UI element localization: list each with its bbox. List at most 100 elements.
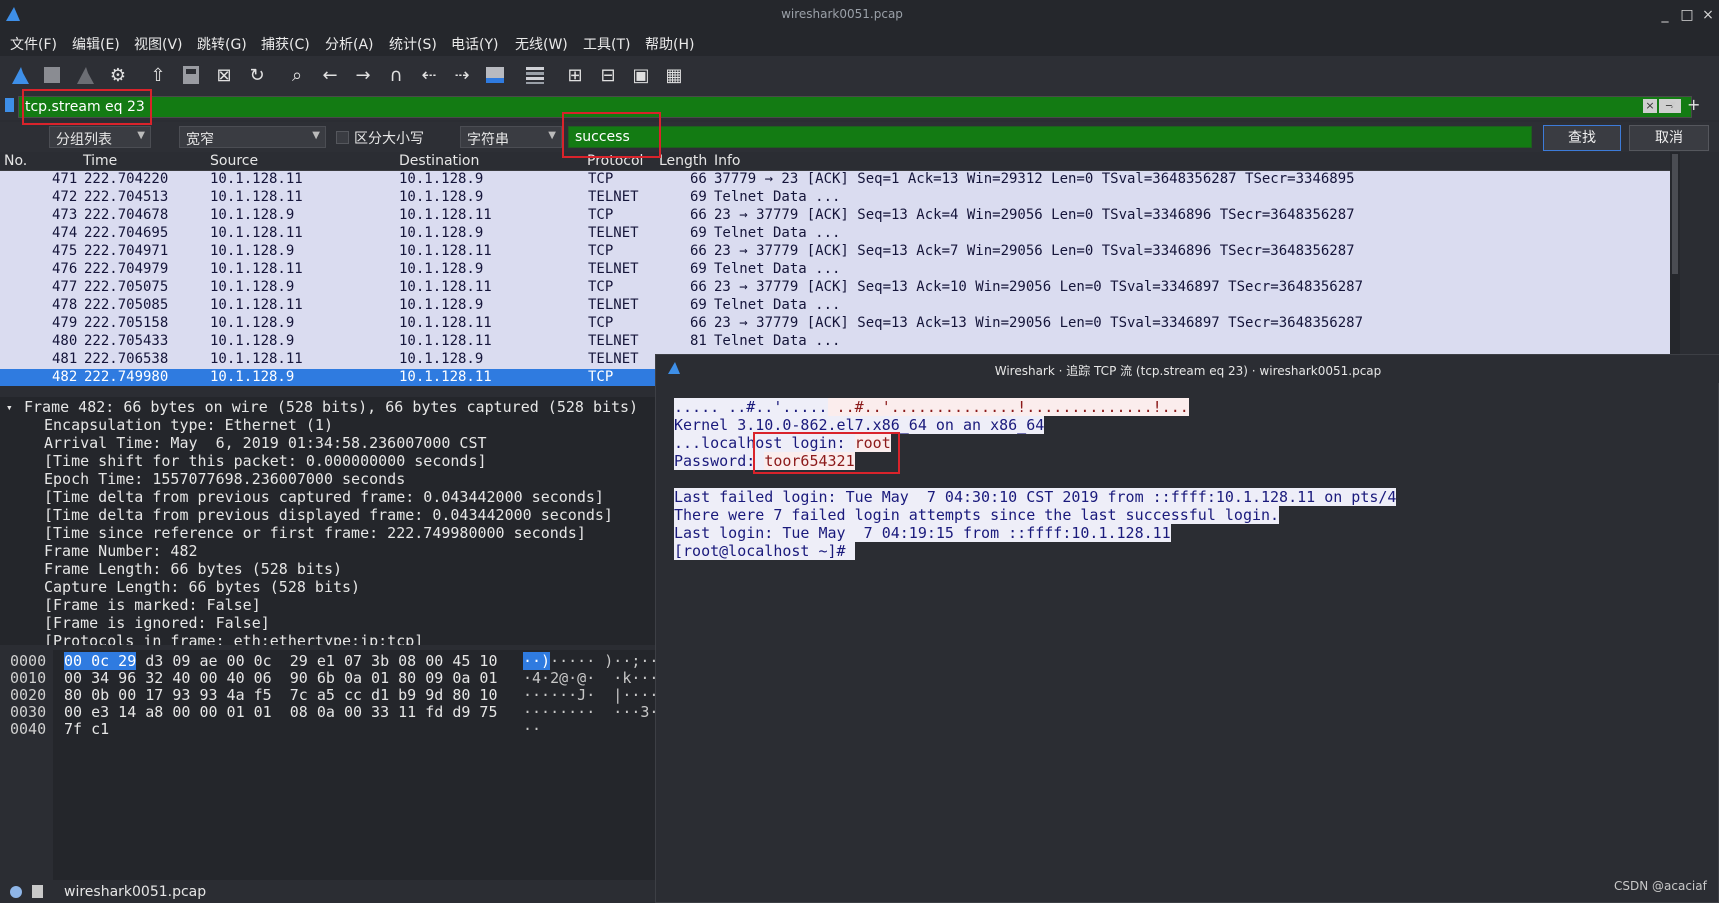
reload-file-icon[interactable]: ↻ [244,62,270,88]
ascii-row[interactable]: ······J· |······· [523,686,655,704]
search-in-select[interactable]: 分组列表 ▼ [49,126,151,148]
autoscroll-icon[interactable] [482,62,508,88]
detail-line[interactable]: Frame Length: 66 bytes (528 bits) [44,560,342,578]
detail-line[interactable]: Frame Number: 482 [44,542,198,560]
add-filter-button[interactable]: + [1687,95,1700,114]
table-row[interactable]: 479 222.705158 10.1.128.9 10.1.128.11 TCP 66 2… [0,315,1670,333]
start-capture-icon[interactable] [7,62,33,88]
resize-columns-icon[interactable]: ▦ [661,62,687,88]
packet-list-scrollbar[interactable] [1670,152,1680,386]
hex-row[interactable]: 80 0b 00 17 93 93 4a f5 7c a5 cc d1 b9 9… [64,686,497,704]
menu-edit[interactable]: 编辑(E) [72,34,120,54]
detail-line[interactable]: [Time since reference or first frame: 22… [44,524,586,542]
case-sensitive-checkbox[interactable] [336,131,349,144]
go-to-packet-icon[interactable]: ∩ [383,62,409,88]
table-row[interactable]: 476 222.704979 10.1.128.11 10.1.128.9 TELNET… [0,261,1670,279]
hex-row[interactable]: 00 0c 29 d3 09 ae 00 0c 29 e1 07 3b 08 0… [64,652,497,670]
menu-view[interactable]: 视图(V) [134,34,183,54]
table-row[interactable]: 473 222.704678 10.1.128.9 10.1.128.11 TCP 66 2… [0,207,1670,225]
open-file-icon[interactable]: ⇧ [145,62,171,88]
packet-list-header: No. Time Source Destination Protocol Len… [0,152,1670,171]
go-last-icon[interactable]: ⇢ [449,62,475,88]
detail-line[interactable]: Arrival Time: May 6, 2019 01:34:58.23600… [44,434,487,452]
table-row[interactable]: 478 222.705085 10.1.128.11 10.1.128.9 TELNET… [0,297,1670,315]
hex-row[interactable]: 00 e3 14 a8 00 00 01 01 08 0a 00 33 11 f… [64,703,497,721]
cancel-button[interactable]: 取消 [1629,125,1709,151]
zoom-in-icon[interactable]: ⊞ [562,62,588,88]
column-source[interactable]: Source [210,153,258,169]
detail-line[interactable]: [Time delta from previous captured frame… [44,488,604,506]
detail-line[interactable]: [Frame is ignored: False] [44,614,270,632]
hex-row[interactable]: 00 34 96 32 40 00 40 06 90 6b 0a 01 80 0… [64,669,497,687]
chevron-down-icon: ▼ [137,130,145,141]
menu-help[interactable]: 帮助(H) [645,34,694,54]
main-toolbar: ⚙ ⇧ ⊠ ↻ ⌕ ← → ∩ ⇠ ⇢ ⊞ ⊟ ▣ ▦ [0,56,1719,94]
status-bar: wireshark0051.pcap [0,880,655,903]
menu-wireless[interactable]: 无线(W) [515,34,568,54]
credentials-highlight-box [753,432,900,474]
restart-capture-icon[interactable] [72,62,98,88]
detail-line[interactable]: Encapsulation type: Ethernet (1) [44,416,333,434]
minimize-button[interactable]: _ [1655,5,1675,25]
menu-tools[interactable]: 工具(T) [583,34,630,54]
menu-file[interactable]: 文件(F) [10,34,57,54]
column-length[interactable]: Length [659,153,707,169]
detail-line[interactable]: [Frame is marked: False] [44,596,261,614]
menu-capture[interactable]: 捕获(C) [261,34,310,54]
save-file-icon[interactable] [178,62,204,88]
detail-line[interactable]: [Protocols in frame: eth:ethertype:ip:tc… [44,632,423,645]
ascii-row[interactable]: ·· [523,720,541,738]
stop-capture-icon[interactable] [39,62,65,88]
find-button[interactable]: 查找 [1543,125,1621,151]
filter-dropdown-icon[interactable]: ▾ [1670,97,1676,111]
colorize-icon[interactable] [522,62,548,88]
close-button[interactable]: × [1698,5,1718,25]
ascii-row[interactable]: ··)····· )··;·· [523,652,655,670]
hex-row[interactable]: 7f c1 [64,720,109,738]
menu-analyze[interactable]: 分析(A) [325,34,374,54]
go-back-icon[interactable]: ← [317,62,343,88]
table-row[interactable]: 475 222.704971 10.1.128.9 10.1.128.11 TCP 66 2… [0,243,1670,261]
column-no[interactable]: No. [4,153,27,169]
menu-statistics[interactable]: 统计(S) [389,34,437,54]
scrollbar-thumb[interactable] [1672,154,1678,274]
close-file-icon[interactable]: ⊠ [211,62,237,88]
maximize-button[interactable]: □ [1677,5,1697,25]
chevron-down-icon: ▼ [312,130,320,141]
chevron-down-icon: ▼ [548,130,556,141]
find-input[interactable]: success [568,126,1532,148]
column-destination[interactable]: Destination [399,153,479,169]
detail-line[interactable]: [Time delta from previous displayed fram… [44,506,613,524]
column-time[interactable]: Time [83,153,117,169]
bookmark-icon[interactable] [5,98,14,112]
detail-line[interactable]: Capture Length: 66 bytes (528 bits) [44,578,360,596]
clear-filter-icon[interactable]: × [1643,99,1657,113]
table-row[interactable]: 471 222.704220 10.1.128.11 10.1.128.9 TCP 66 3… [0,171,1670,189]
zoom-out-icon[interactable]: ⊟ [595,62,621,88]
table-row[interactable]: 474 222.704695 10.1.128.11 10.1.128.9 TELNET… [0,225,1670,243]
table-row[interactable]: 472 222.704513 10.1.128.11 10.1.128.9 TELNET… [0,189,1670,207]
ascii-row[interactable]: ········ ···3·· [523,703,655,721]
display-filter-input[interactable]: tcp.stream eq 23 × → [18,96,1692,118]
table-row[interactable]: 477 222.705075 10.1.128.9 10.1.128.11 TCP 66 2… [0,279,1670,297]
menu-go[interactable]: 跳转(G) [197,34,247,54]
detail-line[interactable]: Epoch Time: 1557077698.236007000 seconds [44,470,405,488]
edit-comment-icon[interactable] [32,885,43,898]
frame-tree-item[interactable]: Frame 482: 66 bytes on wire (528 bits), … [24,398,638,416]
collapse-arrow-icon[interactable]: ▾ [6,401,13,414]
table-row[interactable]: 480 222.705433 10.1.128.9 10.1.128.11 TELNET… [0,333,1670,351]
normal-size-icon[interactable]: ▣ [628,62,654,88]
charset-select[interactable]: 宽窄 ▼ [179,126,326,148]
watermark: CSDN @acaciaf [1614,879,1707,893]
filter-highlight-box [22,89,152,125]
menu-telephony[interactable]: 电话(Y) [451,34,498,54]
go-forward-icon[interactable]: → [350,62,376,88]
ascii-row[interactable]: ·4·2@·@· ·k···· [523,669,655,687]
column-info[interactable]: Info [714,153,741,169]
find-packet-icon[interactable]: ⌕ [284,62,310,88]
go-first-icon[interactable]: ⇠ [416,62,442,88]
detail-line[interactable]: [Time shift for this packet: 0.000000000… [44,452,487,470]
capture-options-icon[interactable]: ⚙ [105,62,131,88]
status-indicator-icon[interactable] [10,886,22,898]
search-type-select[interactable]: 字符串 ▼ [460,126,562,148]
